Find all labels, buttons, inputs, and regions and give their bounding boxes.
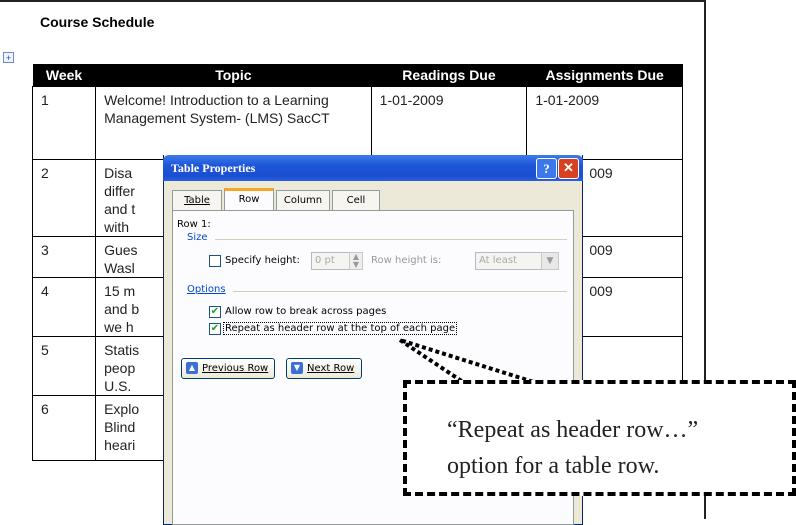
callout-line-2: option for a table row. <box>447 453 660 479</box>
callout-text: “Repeat as header row…” option for a tab… <box>447 412 698 484</box>
callout-line-1: “Repeat as header row…” <box>447 417 699 443</box>
callout-pointer-shape <box>398 338 541 386</box>
annotation-callout: “Repeat as header row…” option for a tab… <box>403 380 796 496</box>
